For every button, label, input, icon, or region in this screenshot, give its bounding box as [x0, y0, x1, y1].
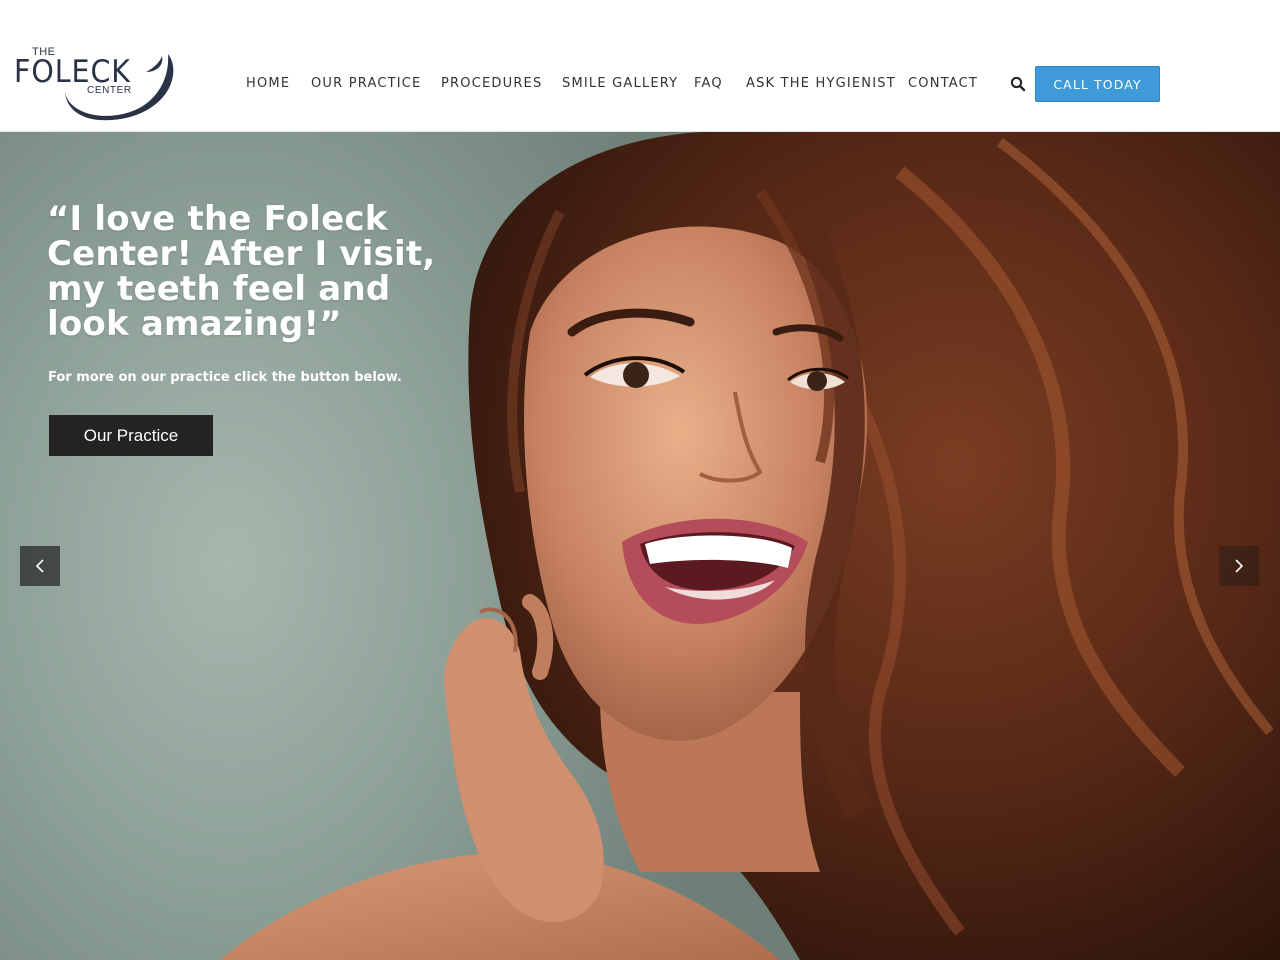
chevron-left-icon: [35, 559, 44, 573]
foleck-center-logo[interactable]: THE FOLECK CENTER: [12, 44, 178, 124]
logo-center-text: CENTER: [87, 85, 132, 96]
our-practice-button[interactable]: Our Practice: [49, 415, 213, 456]
nav-item-smile-gallery[interactable]: SMILE GALLERY: [562, 76, 678, 91]
nav-item-our-practice[interactable]: OUR PRACTICE: [311, 76, 421, 91]
slider-prev-button[interactable]: [20, 546, 60, 586]
slider-next-button[interactable]: [1219, 546, 1259, 586]
hero-quote: “I love the Foleck Center! After I visit…: [47, 199, 436, 344]
hero-copy: “I love the Foleck Center! After I visit…: [47, 199, 467, 386]
nav-item-ask-the-hygienist[interactable]: ASK THE HYGIENIST: [746, 76, 896, 91]
hero-slider: “I love the Foleck Center! After I visit…: [0, 132, 1280, 960]
nav-item-faq[interactable]: FAQ: [694, 76, 723, 91]
nav-item-procedures[interactable]: PROCEDURES: [441, 76, 542, 91]
search-icon[interactable]: [1010, 76, 1026, 92]
nav-item-home[interactable]: HOME: [246, 76, 290, 91]
call-today-button[interactable]: CALL TODAY: [1035, 66, 1160, 102]
chevron-right-icon: [1235, 559, 1244, 573]
nav-item-contact[interactable]: CONTACT: [908, 76, 978, 91]
site-header: THE FOLECK CENTER HOME OUR PRACTICE PROC…: [0, 0, 1280, 132]
hero-subtext: For more on our practice click the butto…: [48, 370, 402, 385]
